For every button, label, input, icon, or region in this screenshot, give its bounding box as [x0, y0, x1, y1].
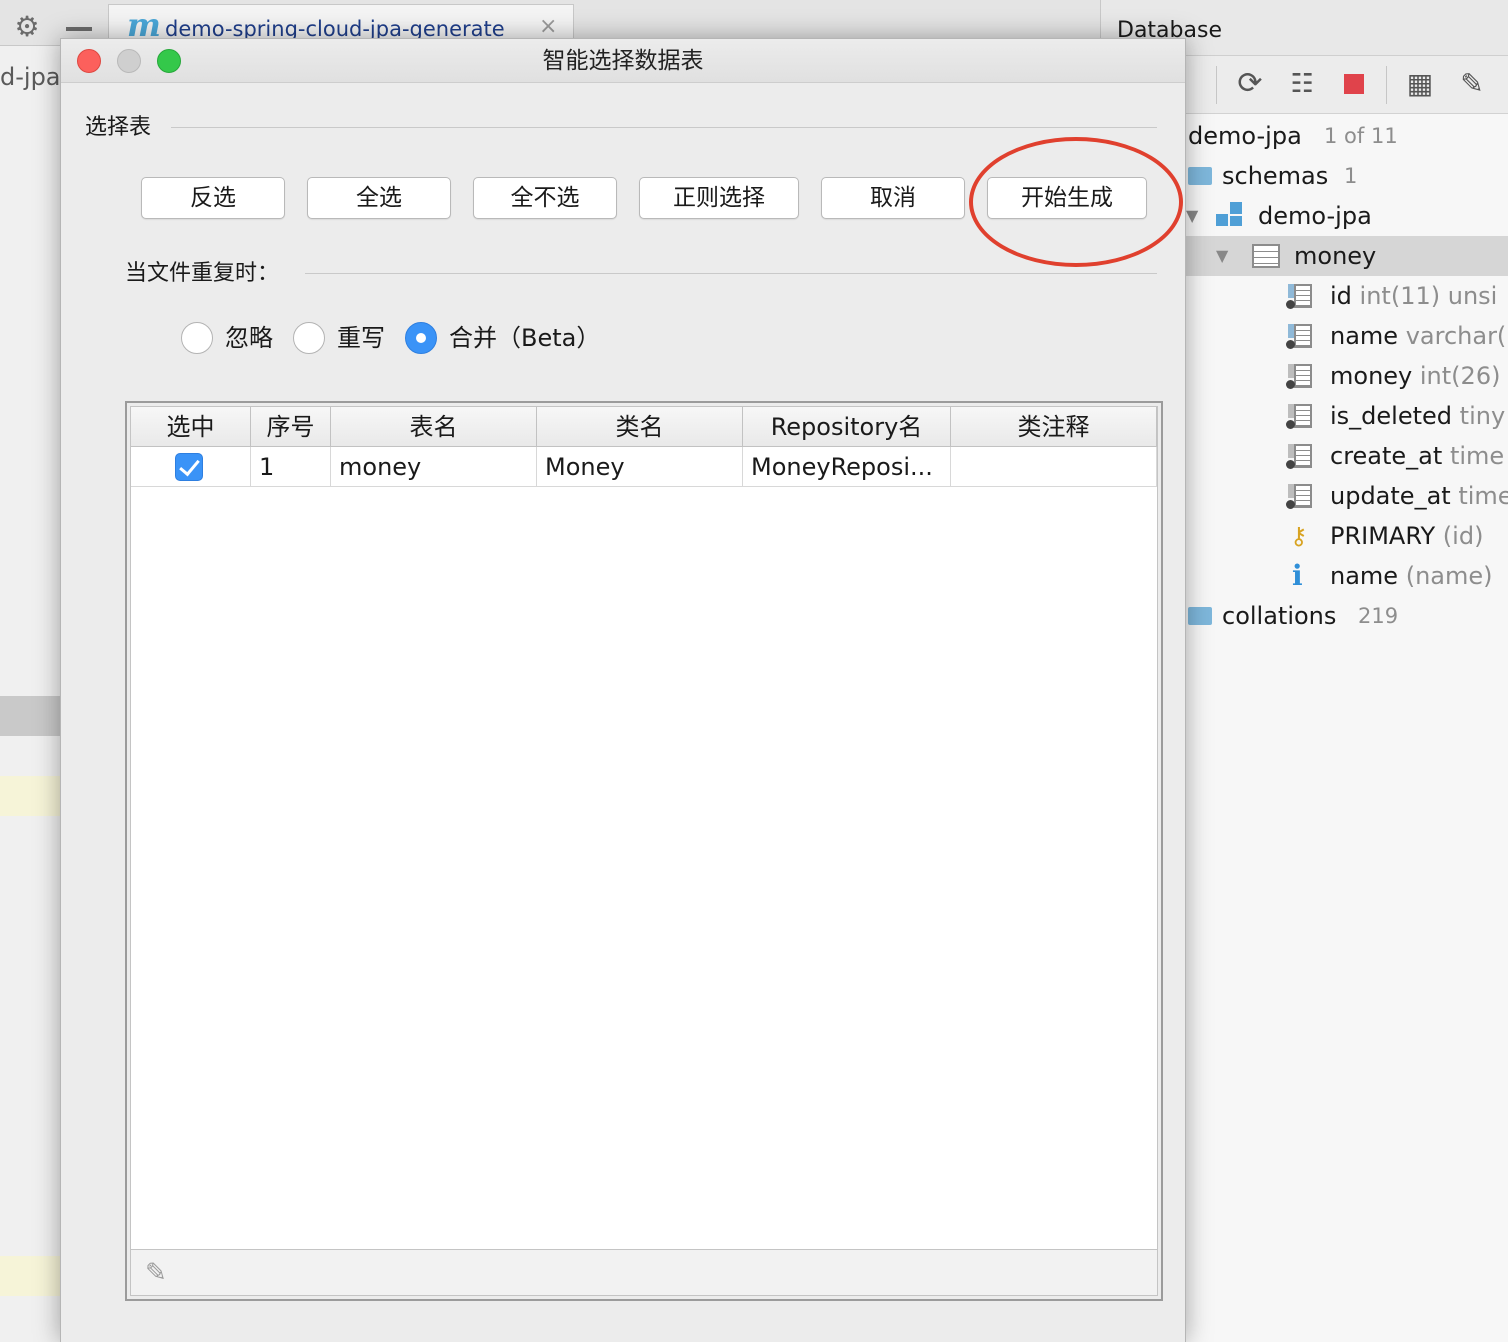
gear-icon[interactable]: ⚙	[12, 12, 42, 42]
toolbar-separator	[1386, 66, 1387, 104]
selected-line	[0, 696, 60, 736]
column-name: is_deleted	[1330, 402, 1453, 430]
cell-repository-name[interactable]: MoneyReposi...	[743, 447, 951, 487]
schema-tools-icon[interactable]: ☷	[1282, 64, 1322, 104]
column-icon	[1286, 402, 1314, 430]
stop-icon[interactable]	[1344, 74, 1364, 94]
column-type: time	[1458, 482, 1508, 510]
column-icon	[1286, 362, 1314, 390]
column-header-class-name[interactable]: 类名	[537, 407, 743, 447]
cell-index: 1	[251, 447, 331, 487]
column-header-table-name[interactable]: 表名	[331, 407, 537, 447]
collations-label: collations	[1222, 602, 1337, 630]
select-table-label: 选择表	[85, 115, 152, 140]
pencil-icon[interactable]: ✎	[145, 1258, 167, 1288]
column-icon	[1286, 322, 1314, 350]
cell-table-name: money	[331, 447, 537, 487]
cell-selected	[131, 447, 251, 487]
toolbar-separator	[1216, 66, 1217, 104]
table-header: 选中 序号 表名 类名 Repository名 类注释	[131, 407, 1157, 447]
refresh-icon[interactable]: ⟳	[1230, 64, 1270, 104]
column-type: time	[1449, 442, 1505, 470]
primary-key-column-icon	[1286, 282, 1314, 310]
column-header-class-comment[interactable]: 类注释	[951, 407, 1157, 447]
radio-overwrite[interactable]	[293, 322, 325, 354]
section-divider	[305, 273, 1157, 274]
collations-count: 219	[1358, 604, 1399, 628]
radio-ignore[interactable]	[181, 322, 213, 354]
index-detail: (name)	[1405, 562, 1493, 590]
column-name: name	[1330, 322, 1399, 350]
datasource-name: demo-jpa	[1188, 122, 1302, 150]
tables-grid[interactable]: 选中 序号 表名 类名 Repository名 类注释 1 money Mone…	[130, 406, 1158, 1296]
column-type: int(26)	[1419, 362, 1501, 390]
dialog-title-bar: 智能选择数据表	[61, 39, 1185, 83]
table-footer: ✎	[131, 1249, 1157, 1295]
datasource-hint: 1 of 11	[1324, 124, 1398, 148]
table-view-icon[interactable]: ▦	[1400, 64, 1440, 104]
duplicate-file-label: 当文件重复时：	[125, 261, 280, 286]
key-detail: (id)	[1442, 522, 1484, 550]
project-panel: d-jpa	[0, 46, 61, 1342]
column-type: int(11) unsi	[1359, 282, 1498, 310]
row-checkbox[interactable]	[175, 453, 203, 481]
invert-selection-button[interactable]: 反选	[141, 177, 285, 219]
column-icon	[1286, 442, 1314, 470]
start-generate-button[interactable]: 开始生成	[987, 177, 1147, 219]
key-icon: ⚷	[1290, 522, 1308, 550]
radio-merge[interactable]	[405, 322, 437, 354]
highlighted-line	[0, 776, 60, 816]
cancel-button[interactable]: 取消	[821, 177, 965, 219]
folder-icon	[1188, 607, 1212, 625]
table-icon	[1252, 244, 1280, 268]
radio-merge-label[interactable]: 合并（Beta）	[449, 323, 600, 353]
select-all-button[interactable]: 全选	[307, 177, 451, 219]
section-divider	[171, 127, 1157, 128]
column-name: id	[1330, 282, 1352, 310]
folder-icon	[1188, 167, 1212, 185]
column-name: update_at	[1330, 482, 1451, 510]
dialog-title: 智能选择数据表	[542, 48, 704, 74]
column-header-selected[interactable]: 选中	[131, 407, 251, 447]
minimize-icon[interactable]	[66, 27, 92, 31]
index-icon: i	[1292, 559, 1303, 592]
table-name: money	[1294, 242, 1377, 270]
column-icon	[1286, 482, 1314, 510]
schemas-label: schemas	[1222, 162, 1329, 190]
cell-class-name[interactable]: Money	[537, 447, 743, 487]
schema-name: demo-jpa	[1258, 202, 1372, 230]
smart-select-dialog: 智能选择数据表 选择表 反选 全选 全不选 正则选择 取消 开始生成 当文件重复…	[60, 38, 1186, 1342]
schema-icon	[1216, 202, 1244, 228]
expand-arrow-icon[interactable]: ▼	[1216, 236, 1228, 276]
column-type: tiny	[1459, 402, 1506, 430]
project-name: d-jpa	[0, 63, 61, 91]
column-header-repository-name[interactable]: Repository名	[743, 407, 951, 447]
regex-select-button[interactable]: 正则选择	[639, 177, 799, 219]
index-name: name	[1330, 562, 1399, 590]
close-icon[interactable]: ×	[539, 13, 557, 41]
cell-class-comment[interactable]	[951, 447, 1157, 487]
schemas-count: 1	[1344, 164, 1358, 188]
table-container: 选中 序号 表名 类名 Repository名 类注释 1 money Mone…	[125, 401, 1163, 1301]
column-name: create_at	[1330, 442, 1443, 470]
radio-overwrite-label[interactable]: 重写	[337, 323, 385, 353]
highlighted-line	[0, 1256, 60, 1296]
key-name: PRIMARY	[1330, 522, 1436, 550]
column-name: money	[1330, 362, 1413, 390]
table-row[interactable]: 1 money Money MoneyReposi...	[131, 447, 1157, 487]
expand-arrow-icon[interactable]: ▼	[1186, 196, 1198, 236]
column-header-index[interactable]: 序号	[251, 407, 331, 447]
select-none-button[interactable]: 全不选	[473, 177, 617, 219]
column-type: varchar(	[1405, 322, 1507, 350]
radio-ignore-label[interactable]: 忽略	[225, 323, 273, 353]
edit-icon[interactable]: ✎	[1452, 64, 1492, 104]
